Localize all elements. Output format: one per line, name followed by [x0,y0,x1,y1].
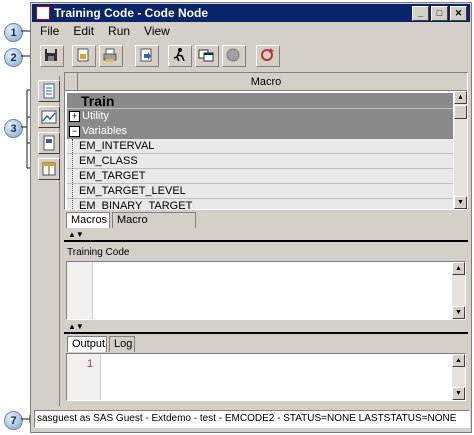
split-arrows-icon[interactable]: ▲▼ [68,322,84,331]
menu-view[interactable]: View [144,24,170,38]
scroll-down-arrow[interactable]: ▼ [452,306,465,319]
splitter-top[interactable]: ▲▼ [64,230,468,242]
scroll-up-arrow[interactable]: ▲ [452,262,465,275]
close-button[interactable]: ✕ [450,5,467,21]
stop-button[interactable] [222,45,246,67]
refresh-icon [261,48,274,61]
status-bar: sasguest as SAS Guest - Extdemo - test -… [34,410,470,428]
macro-row[interactable]: EM_INTERVAL [67,139,453,154]
save-icon [45,49,57,61]
app-icon [36,6,50,20]
scroll-thumb[interactable] [454,105,467,119]
window-icon [198,49,214,62]
window-title: Training Code - Code Node [54,6,209,20]
side-doc-button[interactable] [38,80,60,102]
print-button[interactable] [99,45,123,67]
scroll-up-arrow[interactable]: ▲ [454,91,467,104]
tab-macro-variables[interactable]: Macro Variables [112,212,196,241]
export-icon [140,48,152,62]
tab-macros[interactable]: Macros [66,212,110,228]
callout-7: 7 [4,411,23,430]
code-panel: Training Code ▲ ▼ [64,244,468,322]
table-icon [42,162,56,176]
macro-group-row[interactable]: + Utility [67,109,453,124]
callout-1: 1 [4,23,23,42]
macro-row[interactable]: EM_BINARY_TARGET [67,199,453,209]
macro-rows: Train + Utility − Variables EM_INTERVAL EM… [67,93,453,209]
scroll-down-arrow[interactable]: ▼ [452,387,465,400]
callout-2: 2 [4,48,23,67]
line-number: 1 [87,358,94,370]
splitter-bottom[interactable]: ▲▼ [64,322,468,334]
code-gutter [67,262,93,319]
run-button[interactable] [168,45,192,67]
macro-row[interactable]: EM_CLASS [67,154,453,169]
collapse-icon[interactable]: − [69,126,80,137]
code-scrollbar[interactable]: ▲ ▼ [452,262,465,319]
window-button[interactable] [195,45,219,67]
macro-panel: Macro Train + Utility − Variables EM_INTER… [64,72,468,210]
macro-row[interactable]: EM_TARGET [67,169,453,184]
save-button[interactable] [40,45,64,67]
output-editor[interactable]: 1 ▲ ▼ [66,353,466,401]
macro-group-label: Utility [82,110,109,122]
scroll-up-arrow[interactable]: ▲ [452,354,465,367]
open-icon [77,48,89,62]
tab-log[interactable]: Log [109,336,135,352]
diagram-icon [41,110,57,124]
expand-icon[interactable]: + [69,111,80,122]
macro-group-row[interactable]: − Variables [67,124,453,139]
macro-column-header[interactable]: Macro [79,73,453,91]
macro-title-row[interactable]: Train [67,93,453,109]
minimize-button[interactable]: _ [412,5,429,21]
scroll-down-arrow[interactable]: ▼ [454,196,467,209]
callout-3: 3 [4,119,23,138]
export-button[interactable] [135,45,159,67]
code-label: Training Code [67,247,130,258]
menu-bar: File Edit Run View [32,22,470,40]
macro-row[interactable]: EM_TARGET_LEVEL [67,184,453,199]
page-icon [43,135,55,151]
macro-header-row: Macro [65,73,467,91]
side-diagram-button[interactable] [38,106,60,128]
refresh-button[interactable] [256,45,280,67]
code-editor[interactable]: ▲ ▼ [66,261,466,320]
side-table-button[interactable] [38,158,60,180]
menu-edit[interactable]: Edit [73,24,94,38]
macro-scrollbar[interactable]: ▲ ▼ [454,91,467,209]
document-icon [43,83,55,99]
tab-output[interactable]: Output [67,336,107,352]
callout-2-label: 2 [10,51,17,64]
title-bar: Training Code - Code Node _ □ ✕ [32,4,470,22]
output-gutter [67,354,101,400]
open-button[interactable] [72,45,96,67]
output-scrollbar[interactable]: ▲ ▼ [452,354,465,400]
print-icon [103,48,117,62]
toolbar [32,40,470,70]
menu-run[interactable]: Run [108,24,130,38]
tree-guide [72,139,74,209]
output-panel: Output Log 1 ▲ ▼ [64,335,468,403]
status-text: sasguest as SAS Guest - Extdemo - test -… [37,413,457,424]
run-icon [173,48,185,62]
menu-file[interactable]: File [40,24,59,38]
callout-1-label: 1 [10,26,17,39]
callout-3-label: 3 [10,122,17,135]
callout-7-label: 7 [10,414,17,427]
maximize-button[interactable]: □ [431,5,448,21]
side-page-button[interactable] [38,132,60,154]
macro-group-label: Variables [82,125,128,137]
stop-icon [226,48,240,62]
split-arrows-icon[interactable]: ▲▼ [68,230,84,239]
